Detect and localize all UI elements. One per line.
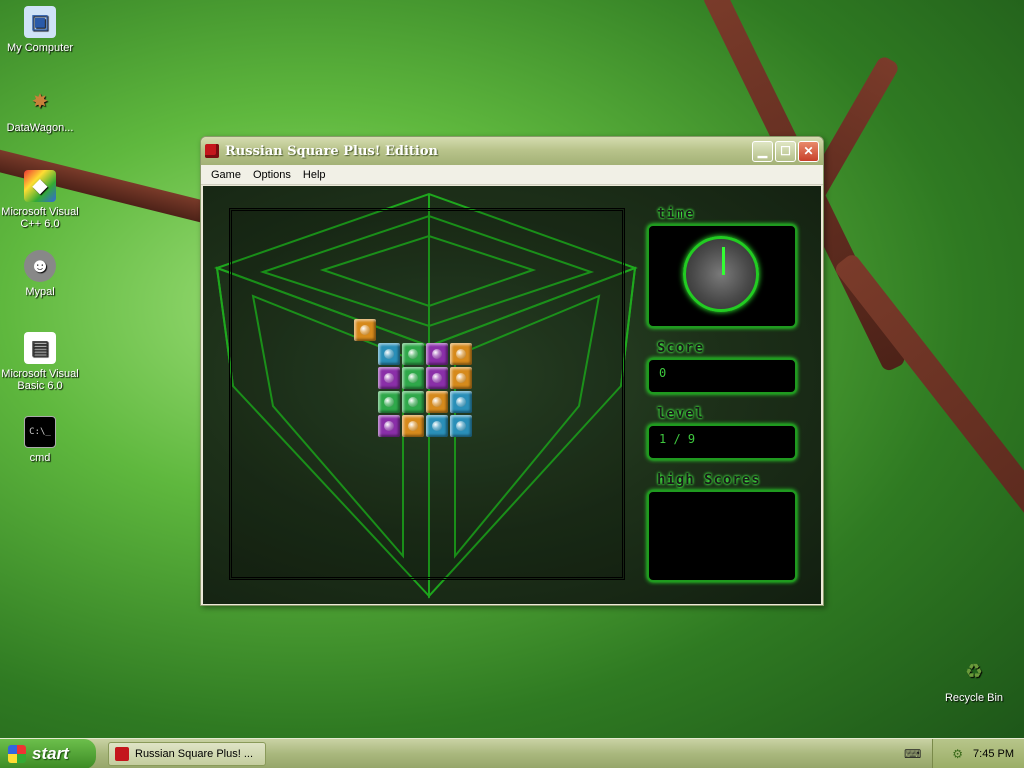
app-cube-icon [205,144,219,158]
desktop-icon-recycle-bin[interactable]: ♻ Recycle Bin [934,656,1014,704]
menu-options[interactable]: Options [247,169,297,181]
game-block [378,391,400,413]
start-label: start [32,744,69,763]
recycle-bin-icon: ♻ [965,661,983,683]
datawagon-icon: ✸ [31,91,49,113]
visual-basic-icon: ▤ [24,332,56,364]
game-block [450,367,472,389]
game-block [378,343,400,365]
game-block [378,367,400,389]
game-block [426,415,448,437]
score-label: Score [657,340,705,356]
game-block [426,391,448,413]
menu-game[interactable]: Game [205,169,247,181]
desktop-icon-datawagon[interactable]: ✸ DataWagon... [0,86,80,134]
visual-cpp-icon: ◆ [24,170,56,202]
timer-clock-icon [683,236,759,312]
game-block [378,415,400,437]
game-block [402,415,424,437]
taskbar-item-russian-square[interactable]: Russian Square Plus! ... [108,742,266,766]
window-title: Russian Square Plus! Edition [225,143,438,159]
desktop-icon-label: Microsoft Visual C++ 6.0 [1,206,79,230]
close-button[interactable]: ✕ [798,140,819,162]
desktop-icon-cmd[interactable]: C:\_ cmd [0,416,80,464]
score-panel: 0 [647,358,797,394]
network-icon[interactable]: ⚙ [952,747,963,761]
game-window: Russian Square Plus! Edition ▁ ☐ ✕ Game … [200,136,824,606]
mypal-icon: ☻ [24,250,56,282]
high-scores-panel [647,490,797,582]
menu-help[interactable]: Help [297,169,332,181]
desktop-icon-label: DataWagon... [6,122,74,134]
window-titlebar[interactable]: Russian Square Plus! Edition ▁ ☐ ✕ [201,137,823,165]
desktop-icon-visual-basic[interactable]: ▤ Microsoft Visual Basic 6.0 [0,332,80,392]
score-value: 0 [659,366,667,380]
desktop-icon-label: Microsoft Visual Basic 6.0 [1,368,79,392]
tray-clock[interactable]: 7:45 PM [973,748,1014,760]
game-block [426,367,448,389]
system-tray: ⚙ 7:45 PM [932,739,1024,768]
level-panel: 1 / 9 [647,424,797,460]
taskbar-item-label: Russian Square Plus! ... [135,748,254,760]
game-block [402,367,424,389]
desktop-icon-my-computer[interactable]: ▣ My Computer [0,6,80,54]
desktop-icon-label: My Computer [6,42,74,54]
level-label: level [657,406,705,422]
desktop-icon-label: cmd [29,452,51,464]
game-block [450,415,472,437]
taskbar: start Russian Square Plus! ... ⌨ ⚙ 7:45 … [0,738,1024,768]
level-value: 1 / 9 [659,432,696,446]
cmd-icon: C:\_ [24,416,56,448]
game-client-area: time Score 0 level 1 / 9 high Scores [203,186,821,604]
computer-icon: ▣ [24,6,56,38]
game-block [450,343,472,365]
game-block [402,391,424,413]
time-panel [647,224,797,328]
start-button[interactable]: start [0,739,96,768]
windows-logo-icon [8,745,26,763]
minimize-button[interactable]: ▁ [752,140,773,162]
app-cube-icon [115,747,129,761]
game-block [354,319,376,341]
desktop-icon-label: Recycle Bin [944,692,1004,704]
game-block [402,343,424,365]
game-block [426,343,448,365]
desktop-icon-visual-cpp[interactable]: ◆ Microsoft Visual C++ 6.0 [0,170,80,230]
keyboard-icon[interactable]: ⌨ [904,747,921,761]
time-label: time [657,206,695,222]
playfield[interactable] [229,208,625,580]
high-scores-label: high Scores [657,472,761,488]
desktop-icon-label: Mypal [25,286,55,298]
desktop-icon-mypal[interactable]: ☻ Mypal [0,250,80,298]
maximize-button[interactable]: ☐ [775,140,796,162]
game-block [450,391,472,413]
menu-bar: Game Options Help [201,165,823,185]
